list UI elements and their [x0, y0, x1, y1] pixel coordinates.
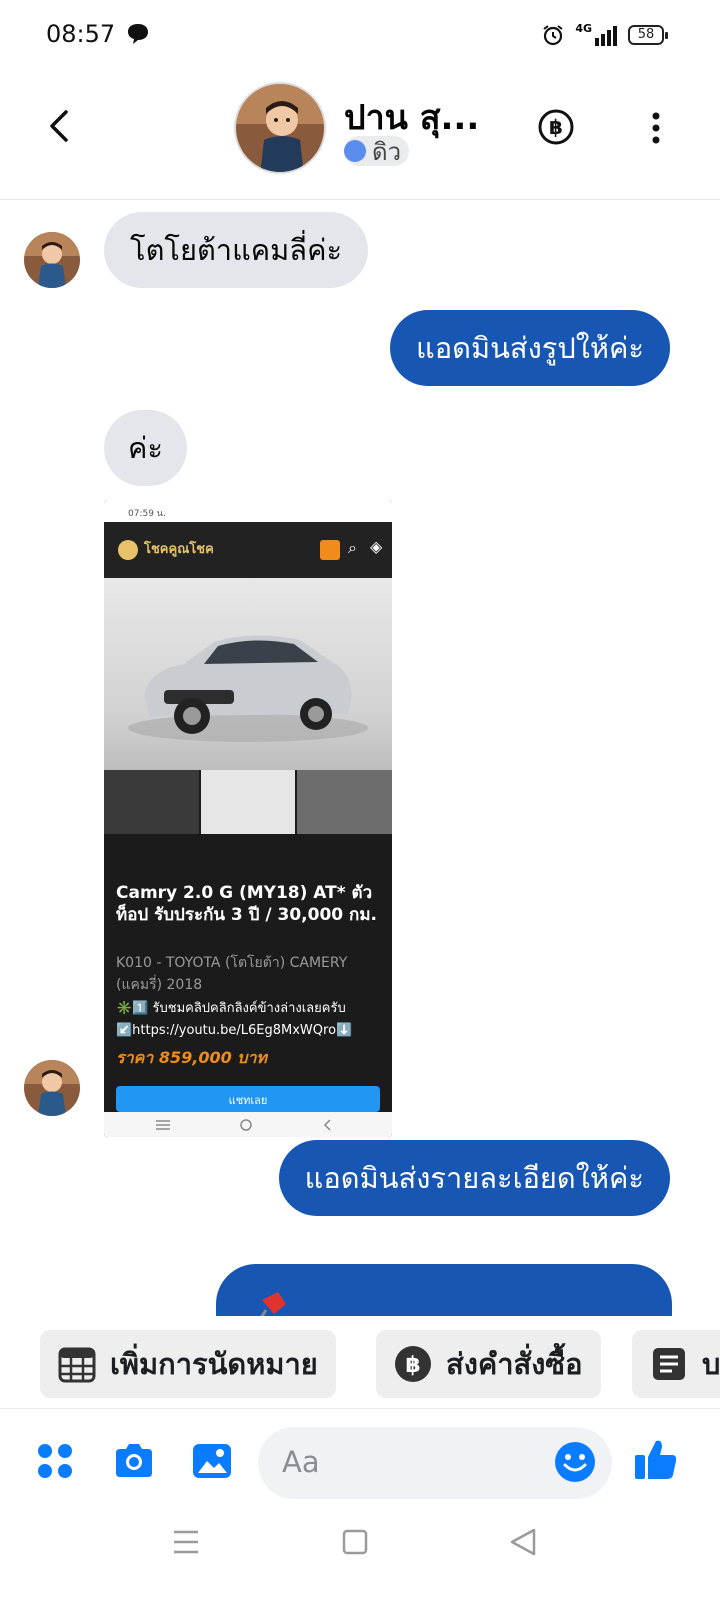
emoji-icon[interactable] [554, 1441, 596, 1483]
document-action-button[interactable]: บ [632, 1330, 720, 1398]
shot-nav-bar [104, 1112, 392, 1137]
child-photo-icon [24, 232, 80, 288]
thumbs-up-icon[interactable] [632, 1435, 680, 1483]
message-input-placeholder: Aa [282, 1445, 320, 1479]
status-right-icons: 4G 58 [541, 22, 668, 48]
listing-subtitle: K010 - TOYOTA (โตโยต้า) CAMERY (แคมรี่) … [116, 955, 348, 993]
battery-level: 58 [637, 27, 655, 42]
tag-icon: ◈ [370, 537, 383, 556]
listing-title: Camry 2.0 G (MY18) AT* ตัวท็อป รับประกัน… [116, 883, 377, 925]
sender-avatar[interactable] [24, 232, 80, 288]
message-bubble-incoming[interactable]: ค่ะ [104, 410, 187, 486]
presence-dot [344, 140, 366, 162]
baht-icon: ฿ [395, 1346, 431, 1382]
send-order-button[interactable]: ฿ ส่งคำสั่งซื้อ [376, 1330, 601, 1398]
document-icon [653, 1348, 685, 1380]
shot-nav-icons [156, 1119, 331, 1131]
child-photo-icon [236, 84, 324, 172]
back-arrow-icon[interactable] [40, 104, 80, 148]
message-bubble-outgoing[interactable]: แอดมินส่งรูปให้ค่ะ [390, 310, 670, 386]
svg-text:฿: ฿ [549, 115, 563, 139]
camera-icon[interactable] [112, 1439, 156, 1483]
baht-payment-icon[interactable]: ฿ [537, 108, 575, 146]
quick-actions-bar: เพิ่มการนัดหมาย ฿ ส่งคำสั่งซื้อ บ [0, 1316, 720, 1408]
menu-icon [320, 540, 340, 560]
message-bubble-outgoing[interactable]: แอดมินส่งรายละเอียดให้ค่ะ [278, 1140, 670, 1216]
photo-thumbnails [104, 770, 392, 834]
gallery-icon[interactable] [190, 1439, 234, 1483]
message-input[interactable]: Aa [258, 1427, 612, 1499]
site-name: โชคคูณโชค [144, 542, 214, 557]
message-composer: Aa [0, 1408, 720, 1518]
search-icon: ⌕ [348, 538, 357, 557]
document-action-label: บ [702, 1347, 720, 1381]
status-bar: 08:57 4G 58 [0, 0, 720, 70]
presence-label-chip: ดิว [344, 136, 410, 166]
contact-avatar[interactable] [234, 82, 326, 174]
chat-header: ปาน สุ... ดิว ฿ [0, 70, 720, 200]
presence-label: ดิว [372, 137, 402, 166]
battery-icon: 58 [628, 25, 668, 45]
thumbnail-front [200, 770, 296, 834]
svg-text:฿: ฿ [405, 1353, 420, 1378]
listing-note-text: ✳️1️⃣ รับชมคลิปคลิกลิงค์ข้างล่างเลยครับ [116, 1001, 346, 1016]
listing-note: ✳️1️⃣ รับชมคลิปคลิกลิงค์ข้างล่างเลยครับ … [116, 998, 388, 1042]
calendar-icon [58, 1347, 96, 1383]
alarm-icon [543, 25, 563, 46]
shared-image-message[interactable]: 07:59 น. โชคคูณโชค ⌕ ◈ Camry 2.0 G (MY18… [104, 500, 392, 1137]
shot-status-bar: 07:59 น. [104, 500, 392, 522]
thumbnail-side [297, 770, 392, 834]
add-appointment-button[interactable]: เพิ่มการนัดหมาย [40, 1330, 336, 1398]
listing-link: ↙️https://youtu.be/L6Eg8MxWQro⬇️ [116, 1023, 353, 1038]
message-bubble-incoming[interactable]: โตโยต้าแคมลี่ค่ะ [104, 212, 369, 288]
system-nav-icons [174, 1528, 536, 1556]
status-time: 08:57 [46, 20, 116, 48]
more-vertical-icon[interactable] [644, 108, 668, 148]
shot-app-bar: โชคคูณโชค ⌕ ◈ [104, 522, 392, 578]
send-order-label: ส่งคำสั่งซื้อ [446, 1347, 583, 1381]
car-photo [104, 578, 392, 770]
network-type: 4G [575, 22, 592, 35]
chat-bubble-icon [128, 24, 148, 44]
signal-icon [595, 26, 617, 46]
apps-grid-icon[interactable] [34, 1439, 78, 1483]
child-photo-icon [24, 1060, 80, 1116]
site-logo-icon [118, 540, 138, 560]
listing-chat-button: แชทเลย [116, 1086, 380, 1112]
thumbnail-engine [104, 770, 199, 834]
add-appointment-label: เพิ่มการนัดหมาย [110, 1347, 318, 1381]
sender-avatar[interactable] [24, 1060, 80, 1116]
listing-price: ราคา 859,000 บาท [116, 1048, 267, 1067]
system-navigation-bar [0, 1518, 720, 1600]
car-icon [128, 635, 368, 742]
